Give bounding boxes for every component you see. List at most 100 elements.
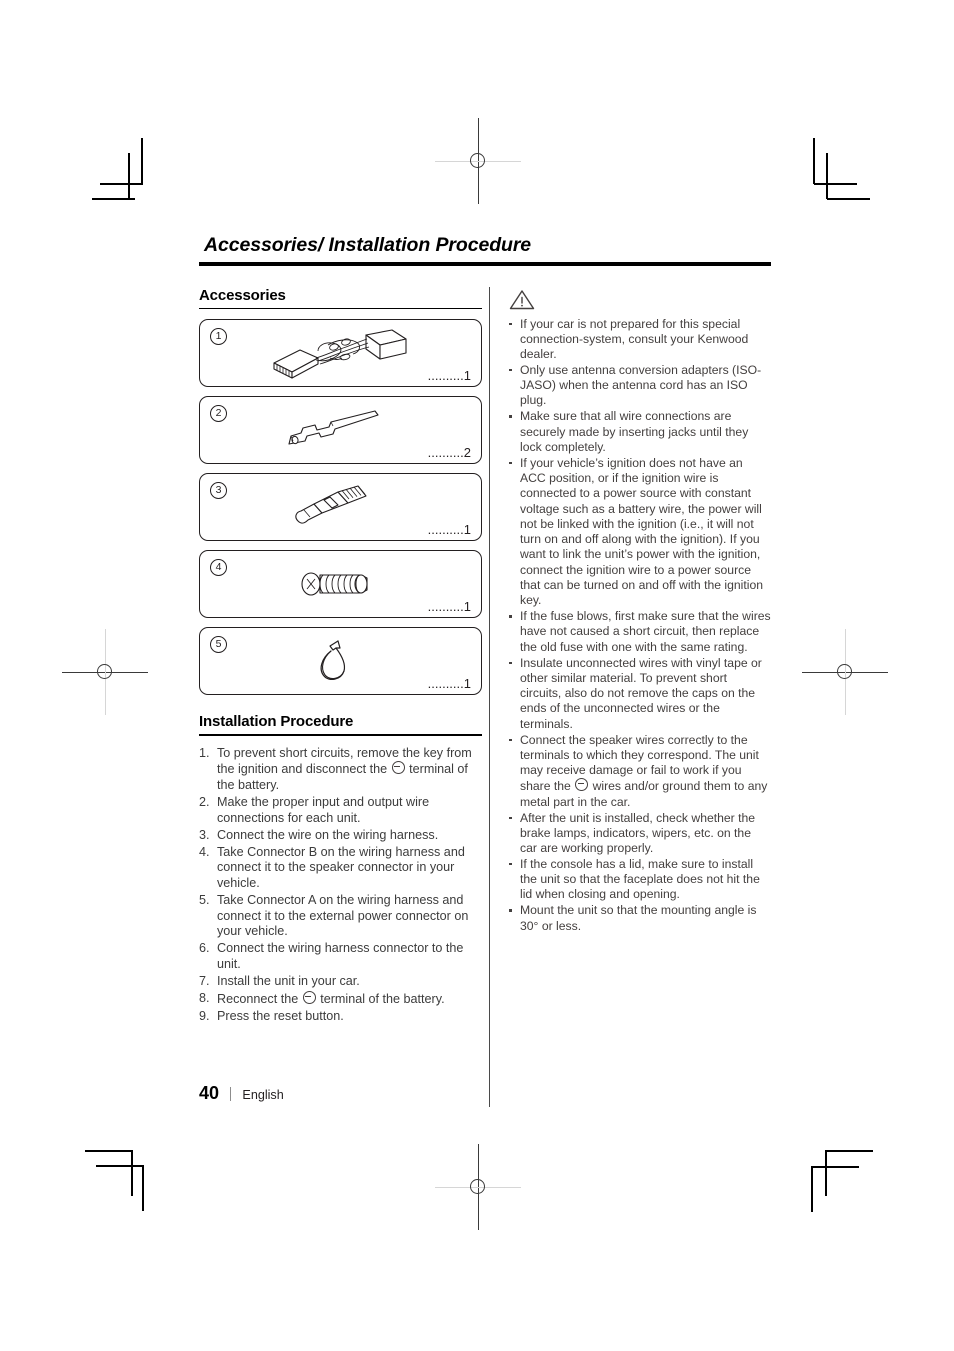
accessory-quantity: ..........1 <box>428 676 471 691</box>
accessory-item: 1 ..........1 <box>199 319 482 388</box>
accessories-heading: Accessories <box>199 286 286 304</box>
list-item: 6. Connect the wiring harness connector t… <box>199 941 482 972</box>
list-item: Insulate unconnected wires with vinyl ta… <box>508 656 771 732</box>
accessory-number: 3 <box>210 482 227 500</box>
crop-mark-bottom-left <box>85 1150 133 1152</box>
step-number: 6. <box>199 941 210 956</box>
warning-text: If your car is not prepared for this spe… <box>520 316 749 362</box>
step-text: Make the proper input and output wire co… <box>217 794 430 825</box>
running-head: Accessories/ Installation Procedure <box>204 234 532 256</box>
accessory-quantity: ..........1 <box>428 599 471 614</box>
step-number: 9. <box>199 1009 210 1024</box>
minus-circle-icon <box>302 991 316 1005</box>
accessories-list: 1 ..........1 2 ..........2 3 ..........… <box>199 319 482 696</box>
list-item: 4. Take Connector B on the wiring harness… <box>199 845 482 892</box>
step-number: 5. <box>199 893 210 908</box>
right-column: If your car is not prepared for this spe… <box>490 287 771 935</box>
step-text: Take Connector B on the wiring harness a… <box>217 844 465 890</box>
crop-mark-bottom-left <box>96 1165 144 1167</box>
registration-mark-bottom <box>435 1144 521 1230</box>
crop-mark-bottom-right <box>811 1166 859 1168</box>
warning-text: Make sure that all wire connections are … <box>520 409 749 454</box>
list-item: 1. To prevent short circuits, remove the … <box>199 746 482 794</box>
step-text: Take Connector A on the wiring harness a… <box>217 893 469 939</box>
list-item: Connect the speaker wires correctly to t… <box>508 733 771 810</box>
list-item: After the unit is installed, check wheth… <box>508 811 771 857</box>
accessory-leader: .......... <box>427 368 464 384</box>
minus-circle-icon <box>391 761 405 775</box>
accessory-qty-value: 1 <box>463 599 471 615</box>
list-item: Only use antenna conversion adapters (IS… <box>508 363 771 409</box>
registration-mark-left <box>62 629 148 715</box>
page-footer: 40 English <box>199 1083 284 1104</box>
crop-mark-top-right <box>814 183 857 185</box>
warning-text: Only use antenna conversion adapters (IS… <box>520 362 762 408</box>
running-head-rule <box>199 262 771 266</box>
crop-mark-top-right <box>827 198 870 200</box>
step-text: Connect the wiring harness connector to … <box>217 941 464 971</box>
registration-mark-ring <box>470 1179 485 1194</box>
installation-heading: Installation Procedure <box>199 713 354 731</box>
accessory-qty-value: 1 <box>463 522 471 538</box>
list-item: 8. Reconnect the terminal of the battery. <box>199 991 482 1008</box>
crop-mark-bottom-right <box>825 1150 873 1152</box>
list-item: Make sure that all wire connections are … <box>508 409 771 455</box>
warning-triangle-icon <box>509 289 535 309</box>
list-item: 3. Connect the wire on the wiring harness… <box>199 828 482 844</box>
warning-text: Insulate unconnected wires with vinyl ta… <box>520 655 762 731</box>
accessory-number: 4 <box>210 559 227 577</box>
step-text-cont: terminal of the battery. <box>316 992 445 1007</box>
step-number: 4. <box>199 844 210 859</box>
warning-text: If the fuse blows, first make sure that … <box>520 609 771 654</box>
accessory-number: 1 <box>210 328 227 346</box>
registration-mark-ring <box>470 153 485 168</box>
accessory-quantity: ..........1 <box>428 522 471 537</box>
crop-mark-bottom-left <box>131 1150 133 1196</box>
accessory-leader: .......... <box>427 676 464 692</box>
crop-mark-top-right <box>826 153 828 199</box>
warning-text: If your vehicle’s ignition does not have… <box>520 455 764 608</box>
page-number: 40 <box>199 1083 220 1103</box>
installation-heading-rule <box>199 734 482 736</box>
accessory-item: 2 ..........2 <box>199 396 482 465</box>
step-text: Reconnect the <box>217 992 302 1007</box>
step-number: 7. <box>199 974 210 988</box>
list-item: 7. Install the unit in your car. <box>199 974 482 990</box>
installation-steps-list: 1. To prevent short circuits, remove the … <box>199 746 482 1025</box>
page-content: Accessories/ Installation Procedure Acce… <box>199 234 771 1107</box>
step-number: 1. <box>199 745 210 760</box>
accessory-item: 3 ..........1 <box>199 473 482 542</box>
accessory-leader: .......... <box>427 445 464 461</box>
crop-mark-top-right <box>813 138 815 184</box>
step-text: Connect the wire on the wiring harness. <box>217 827 439 842</box>
accessory-item: 4 ..........1 <box>199 550 482 619</box>
registration-mark-ring <box>97 664 112 679</box>
accessory-leader: .......... <box>427 522 464 538</box>
list-item: 2. Make the proper input and output wire … <box>199 795 482 826</box>
list-item: If the console has a lid, make sure to i… <box>508 857 771 903</box>
accessory-qty-value: 2 <box>463 445 471 461</box>
warning-text: Mount the unit so that the mounting angl… <box>520 903 757 933</box>
left-column: Accessories 1 ..........1 2 ..........2 … <box>199 287 482 1027</box>
warnings-list: If your car is not prepared for this spe… <box>508 317 771 934</box>
crop-mark-bottom-left <box>142 1165 144 1211</box>
two-column-body: Accessories 1 ..........1 2 ..........2 … <box>199 286 771 1107</box>
step-text: Press the reset button. <box>217 1009 344 1024</box>
minus-circle-icon <box>575 778 589 792</box>
footer-divider <box>230 1086 232 1101</box>
step-number: 8. <box>199 991 210 1006</box>
crop-mark-bottom-right <box>825 1150 827 1196</box>
crop-mark-top-left <box>100 183 143 185</box>
accessory-number: 2 <box>210 405 227 423</box>
accessory-item: 5 ..........1 <box>199 627 482 696</box>
accessories-heading-rule <box>199 307 482 310</box>
step-number: 3. <box>199 827 210 842</box>
accessory-quantity: ..........1 <box>428 368 471 383</box>
list-item: 5. Take Connector A on the wiring harness… <box>199 893 482 940</box>
registration-mark-top <box>435 118 521 204</box>
step-number: 2. <box>199 794 210 809</box>
list-item: If the fuse blows, first make sure that … <box>508 609 771 655</box>
warning-text: After the unit is installed, check wheth… <box>520 810 756 856</box>
registration-mark-ring <box>837 664 852 679</box>
list-item: If your vehicle’s ignition does not have… <box>508 456 771 609</box>
